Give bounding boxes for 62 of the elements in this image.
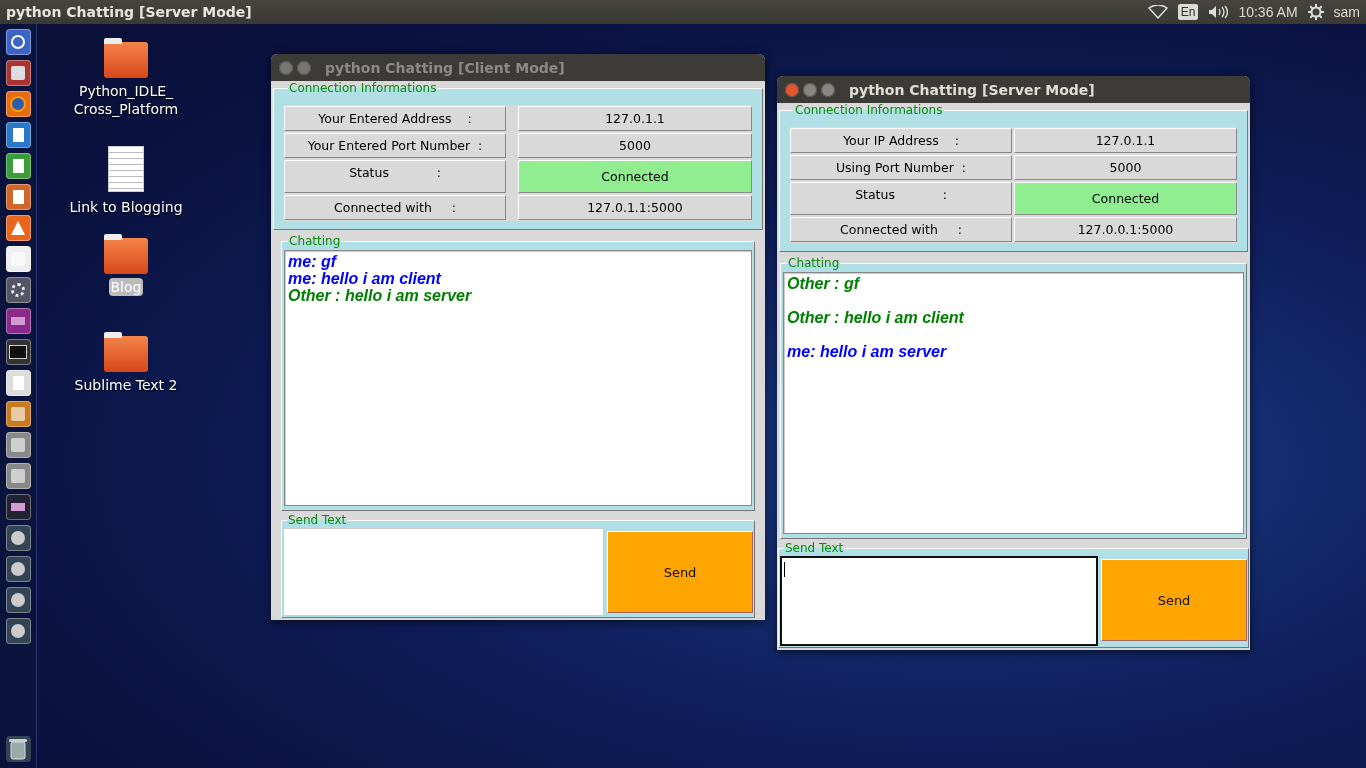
field-label: Your Entered Address : [284,106,506,131]
field-value: Connected [1014,182,1237,215]
clock[interactable]: 10:36 AM [1238,4,1298,20]
frame-label: Chatting [787,256,841,270]
document-icon[interactable] [5,153,31,179]
frame-label: Send Text [784,541,845,555]
document-icon[interactable] [5,122,31,148]
field-label: Connected with : [284,195,506,220]
field-value: 127.0.1.1 [1014,128,1237,153]
window-title: python Chatting [Server Mode] [849,81,1095,98]
message-input[interactable] [780,556,1098,646]
speaker-icon[interactable] [1208,5,1229,19]
chat-message: Other : hello i am server [288,287,473,304]
window-icon[interactable] [5,308,31,334]
wifi-icon[interactable] [1147,5,1168,19]
maximize-button[interactable] [821,82,835,97]
field-value: 127.0.1.1:5000 [518,195,752,220]
send-button[interactable]: Send [1101,559,1247,641]
keyboard-layout-indicator[interactable]: En [1177,4,1199,20]
frame-label: Send Text [287,513,348,527]
document-icon[interactable] [5,370,31,396]
field-value: 5000 [1014,155,1237,180]
document-icon[interactable] [5,184,31,210]
frame-label: Connection Informations [288,81,438,95]
window-title: python Chatting [Client Mode] [325,59,565,76]
field-label: Connected with : [790,217,1012,242]
window-title: python Chatting [Server Mode] [5,4,252,20]
app-tile-icon[interactable] [5,432,31,458]
text-cursor [784,562,785,577]
app-tile-icon[interactable] [5,463,31,489]
close-button[interactable] [279,60,293,75]
icon-label[interactable]: Sublime Text 2 [72,376,180,394]
chat-message: me: hello i am server [787,343,948,360]
terminal-icon[interactable] [5,339,31,365]
circle-logo-icon[interactable] [5,29,31,55]
field-value: 5000 [518,133,752,158]
minimize-button[interactable] [297,60,311,75]
window-icon[interactable] [5,494,31,520]
chat-message: me: gf [288,253,339,270]
globe-icon[interactable] [5,91,31,117]
minimize-button[interactable] [803,82,817,97]
field-label: Using Port Number : [790,155,1012,180]
field-value: 127.0.1.1 [518,106,752,131]
field-value: Connected [518,160,752,193]
field-value: 127.0.0.1:5000 [1014,217,1237,242]
field-label: Status : [284,160,506,193]
chat-message: Other : gf [787,275,862,292]
app-tile-icon[interactable] [5,246,31,272]
user-name[interactable]: sam [1333,4,1360,20]
frame-label: Connection Informations [794,103,944,117]
frame-label: Chatting [288,234,342,248]
send-button[interactable]: Send [607,531,753,613]
chat-message: me: hello i am client [288,270,443,287]
app-tile-icon[interactable] [5,401,31,427]
trash-icon[interactable] [5,736,31,762]
icon-label[interactable]: Python_IDLE_ Cross_Platform [71,82,181,118]
chat-message: Other : hello i am client [787,309,966,326]
field-label: Your IP Address : [790,128,1012,153]
close-button[interactable] [785,82,799,97]
field-label: Your Entered Port Number : [284,133,506,158]
field-label: Status : [790,182,1012,215]
icon-label[interactable]: Link to Blogging [67,198,185,216]
